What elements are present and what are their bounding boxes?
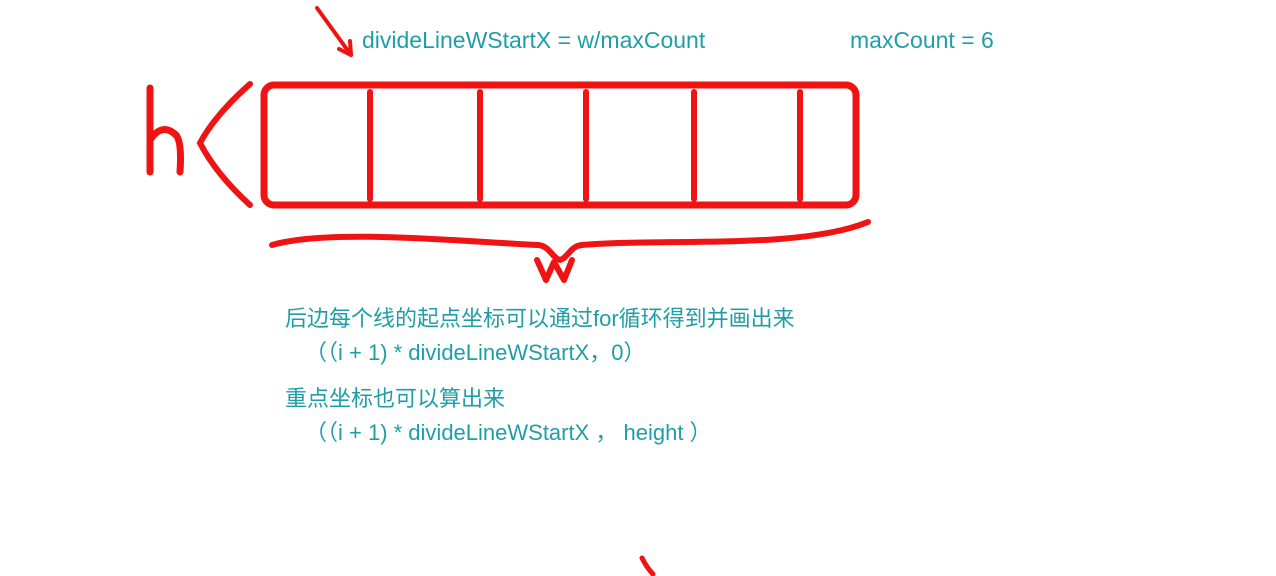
- h-bracket: [200, 84, 250, 205]
- arrow-to-divider-head: [339, 41, 351, 55]
- explain-line-2: （（i + 1) * divideLineWStartX，0）: [285, 336, 795, 370]
- main-box: [264, 85, 856, 205]
- bottom-mark: [642, 558, 653, 574]
- h-label: [150, 88, 181, 172]
- w-brace: [272, 222, 868, 260]
- explanation-block: 后边每个线的起点坐标可以通过for循环得到并画出来 （（i + 1) * div…: [285, 302, 795, 450]
- diagram-svg: [0, 0, 1276, 576]
- formula-divide-line: divideLineWStartX = w/maxCount: [362, 27, 705, 54]
- explain-line-3: 重点坐标也可以算出来: [285, 382, 795, 416]
- w-label: [537, 260, 572, 280]
- arrow-to-divider: [317, 8, 351, 55]
- formula-max-count: maxCount = 6: [850, 27, 994, 54]
- explain-line-1: 后边每个线的起点坐标可以通过for循环得到并画出来: [285, 302, 795, 336]
- explain-line-4: （（i + 1) * divideLineWStartX ， height ）: [285, 416, 795, 450]
